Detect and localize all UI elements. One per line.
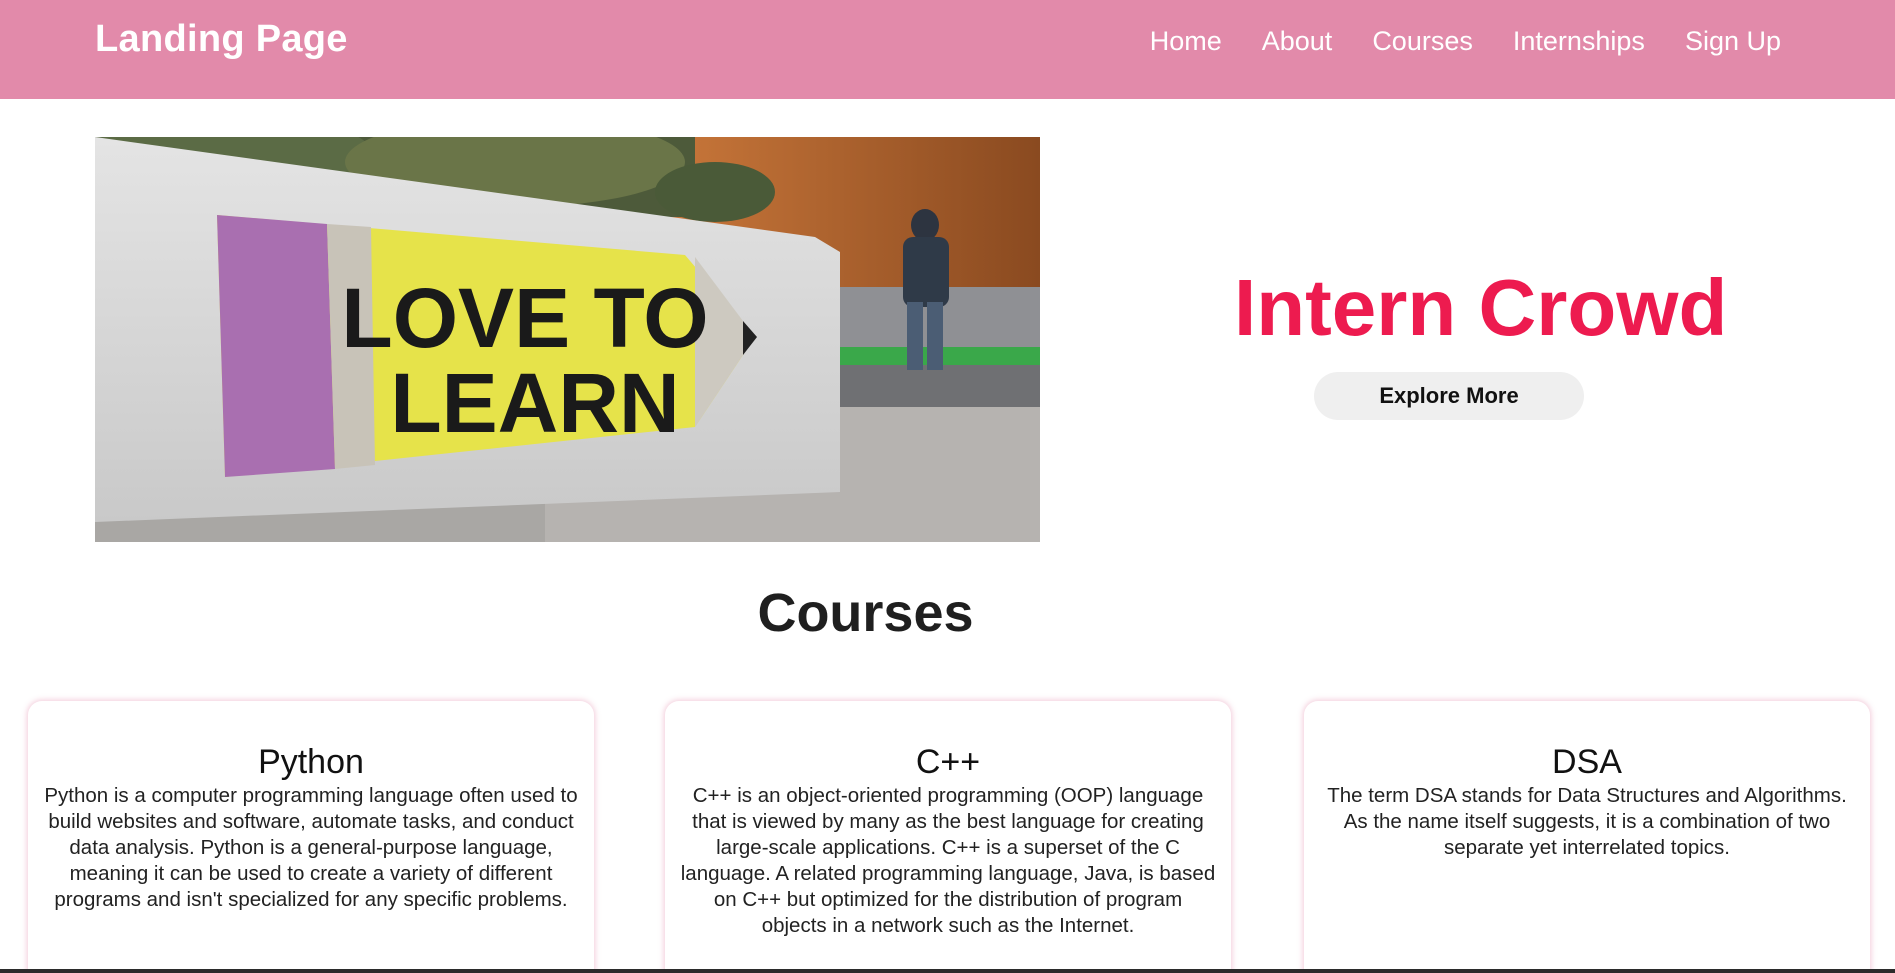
courses-heading: Courses (757, 583, 974, 643)
love-to-learn-photo: LOVE TO LEARN (95, 137, 1040, 542)
nav-signup-link[interactable]: Sign Up (1685, 26, 1781, 57)
course-description: Python is a computer programming languag… (44, 784, 578, 911)
brand-title[interactable]: Landing Page (95, 18, 348, 61)
course-description: C++ is an object-oriented programming (O… (680, 784, 1216, 937)
explore-more-button[interactable]: Explore More (1314, 372, 1584, 420)
sign-text-line2: LEARN (390, 356, 679, 450)
course-card-dsa[interactable]: DSA The term DSA stands for Data Structu… (1304, 701, 1870, 973)
hero-image: LOVE TO LEARN (95, 137, 1040, 542)
hero-title: Intern Crowd (1234, 263, 1728, 352)
course-card-python[interactable]: Python Python is a computer programming … (28, 701, 594, 973)
hero-intro: Intern Crowd Explore More (1180, 262, 1780, 432)
window-bottom-edge (0, 969, 1895, 973)
nav-courses-link[interactable]: Courses (1372, 26, 1473, 57)
nav-about-link[interactable]: About (1262, 26, 1333, 57)
course-title: C++ (915, 743, 981, 781)
nav-home-link[interactable]: Home (1150, 26, 1222, 57)
nav-internships-link[interactable]: Internships (1513, 26, 1645, 57)
course-card-cpp[interactable]: C++ C++ is an object-oriented programmin… (665, 701, 1231, 973)
course-description: The term DSA stands for Data Structures … (1327, 784, 1847, 859)
course-title: Python (258, 743, 364, 781)
sign-text-line1: LOVE TO (341, 271, 708, 365)
course-title: DSA (1552, 743, 1622, 781)
navbar: Landing Page Home About Courses Internsh… (0, 0, 1895, 99)
nav-links: Home About Courses Internships Sign Up (1150, 26, 1781, 57)
